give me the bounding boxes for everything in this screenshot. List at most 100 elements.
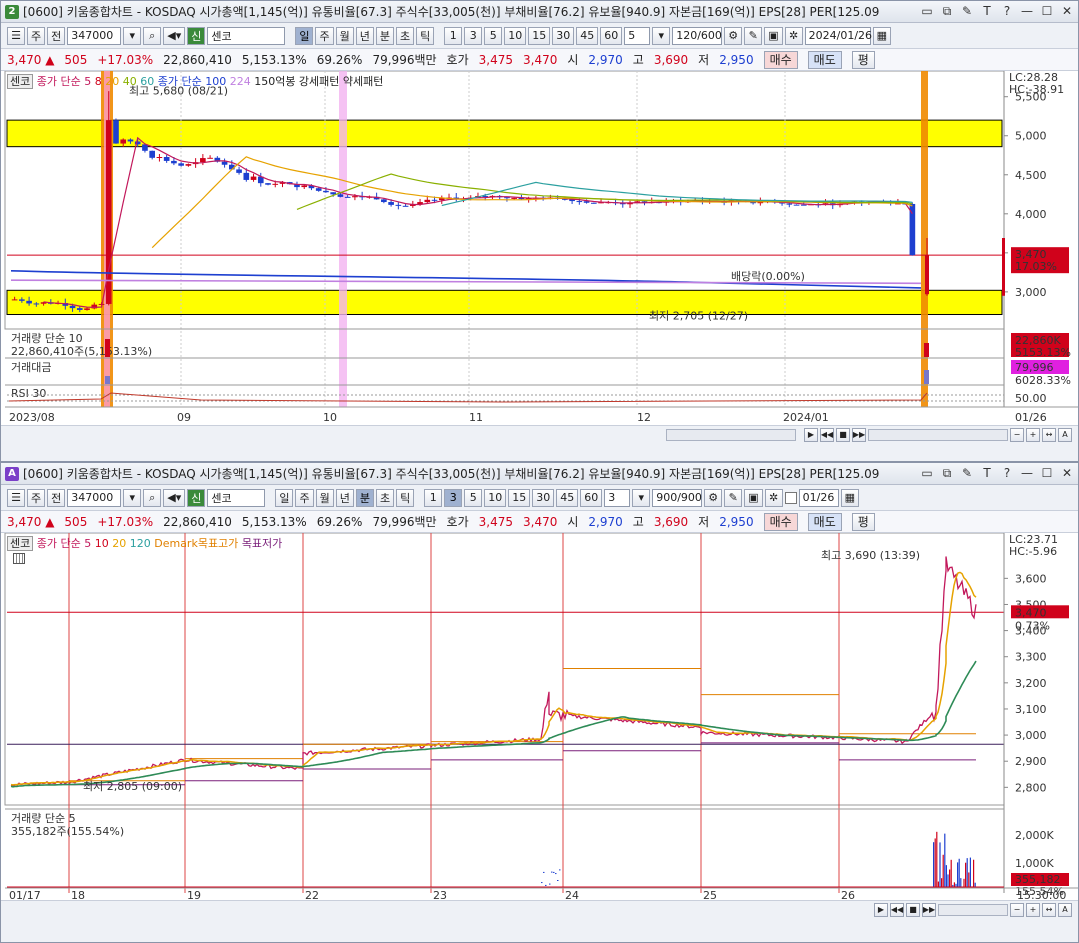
- font-size-icon[interactable]: A: [1058, 902, 1072, 917]
- minimize-group-icon[interactable]: ▭: [920, 4, 934, 19]
- sell-button[interactable]: 매도: [807, 512, 842, 531]
- interval-dropdown-icon[interactable]: ▾: [652, 26, 671, 45]
- save-icon[interactable]: ▣: [744, 488, 763, 507]
- zoom-scrollbar[interactable]: [868, 428, 1008, 441]
- interval-3[interactable]: 3: [464, 26, 483, 45]
- interval-15[interactable]: 15: [528, 26, 551, 45]
- font-size-icon[interactable]: A: [1058, 427, 1072, 442]
- mode-select[interactable]: 전: [47, 26, 66, 45]
- interval-input[interactable]: 3: [604, 488, 631, 507]
- interval-5[interactable]: 5: [464, 488, 483, 507]
- period-year[interactable]: 년: [335, 488, 354, 507]
- expand-icon[interactable]: ↔: [1042, 902, 1056, 917]
- font-icon[interactable]: T: [980, 466, 994, 481]
- interval-15[interactable]: 15: [508, 488, 531, 507]
- period-week[interactable]: 주: [315, 26, 334, 45]
- mode-select[interactable]: 전: [47, 488, 66, 507]
- maximize-icon[interactable]: ☐: [1040, 4, 1054, 19]
- calendar-icon[interactable]: ▦: [872, 26, 892, 45]
- daily-chart-area[interactable]: 최고 5,680 (08/21) 최저 2,705 (12/27) 배당락(0.00…: [1, 71, 1078, 425]
- period-tick[interactable]: 틱: [416, 26, 435, 45]
- pin-icon[interactable]: ✎: [960, 466, 974, 481]
- expand-icon[interactable]: ↔: [1042, 427, 1056, 442]
- menu-icon[interactable]: ☰: [7, 488, 25, 507]
- type-select[interactable]: 주: [27, 488, 46, 507]
- stock-name-field[interactable]: 센코: [207, 488, 266, 507]
- interval-5[interactable]: 5: [484, 26, 503, 45]
- period-tick[interactable]: 틱: [396, 488, 415, 507]
- interval-input[interactable]: 5: [624, 26, 651, 45]
- period-week[interactable]: 주: [295, 488, 314, 507]
- draw-icon[interactable]: ✎: [724, 488, 743, 507]
- period-minute[interactable]: 분: [375, 26, 394, 45]
- stock-code-input[interactable]: 347000: [67, 488, 122, 507]
- zoom-out-icon[interactable]: −: [1010, 902, 1024, 917]
- minimize-group-icon[interactable]: ▭: [920, 466, 934, 481]
- daily-chart-svg[interactable]: 최고 5,680 (08/21)최저 2,705 (12/27)배당락(0.00…: [1, 71, 1078, 425]
- period-second[interactable]: 초: [395, 26, 415, 45]
- period-month[interactable]: 월: [335, 26, 354, 45]
- settings-icon[interactable]: ✲: [764, 488, 783, 507]
- interval-30[interactable]: 30: [532, 488, 555, 507]
- interval-1[interactable]: 1: [444, 26, 463, 45]
- forward-icon[interactable]: ▶▶: [852, 427, 866, 442]
- avg-button[interactable]: 평: [851, 512, 875, 531]
- table-icon[interactable]: [13, 553, 25, 564]
- indicator-icon[interactable]: ⚙: [704, 488, 723, 507]
- period-month[interactable]: 월: [315, 488, 334, 507]
- minute-chart-svg[interactable]: 최저 2,805 (09:00)최고 3,690 (13:39)LC:23.71…: [1, 533, 1078, 900]
- count-input[interactable]: 120/600: [672, 26, 723, 45]
- buy-button[interactable]: 매수: [763, 512, 798, 531]
- search-icon[interactable]: ⌕: [143, 488, 162, 507]
- stop-icon[interactable]: ■: [836, 427, 850, 442]
- count-input[interactable]: 900/900: [652, 488, 703, 507]
- settings-icon[interactable]: ✲: [784, 26, 803, 45]
- date-input[interactable]: 01/26: [798, 488, 839, 507]
- top-scrollbar[interactable]: [666, 428, 796, 441]
- period-day[interactable]: 일: [275, 488, 294, 507]
- date-checkbox[interactable]: [784, 491, 797, 504]
- avg-button[interactable]: 평: [851, 50, 875, 69]
- interval-10[interactable]: 10: [484, 488, 507, 507]
- menu-icon[interactable]: ☰: [7, 26, 25, 45]
- help-icon[interactable]: ?: [1000, 466, 1014, 481]
- code-dropdown-icon[interactable]: ▾: [123, 488, 142, 507]
- sound-icon[interactable]: ◀▾: [163, 488, 186, 507]
- stock-name-field[interactable]: 센코: [207, 26, 286, 45]
- restore-group-icon[interactable]: ⧉: [940, 466, 954, 481]
- font-icon[interactable]: T: [980, 4, 994, 19]
- rewind-icon[interactable]: ◀◀: [820, 427, 834, 442]
- indicator-icon[interactable]: ⚙: [724, 26, 743, 45]
- minimize-icon[interactable]: —: [1020, 466, 1034, 481]
- play-icon[interactable]: ▶: [804, 427, 818, 442]
- zoom-in-icon[interactable]: +: [1026, 902, 1040, 917]
- save-icon[interactable]: ▣: [764, 26, 783, 45]
- buy-button[interactable]: 매수: [763, 50, 798, 69]
- calendar-icon[interactable]: ▦: [840, 488, 860, 507]
- draw-icon[interactable]: ✎: [744, 26, 763, 45]
- period-minute[interactable]: 분: [355, 488, 374, 507]
- stock-code-input[interactable]: 347000: [67, 26, 122, 45]
- close-icon[interactable]: ✕: [1060, 4, 1074, 19]
- maximize-icon[interactable]: ☐: [1040, 466, 1054, 481]
- restore-group-icon[interactable]: ⧉: [940, 4, 954, 19]
- interval-45[interactable]: 45: [576, 26, 599, 45]
- interval-60[interactable]: 60: [580, 488, 603, 507]
- code-dropdown-icon[interactable]: ▾: [123, 26, 142, 45]
- play-icon[interactable]: ▶: [874, 902, 888, 917]
- interval-1[interactable]: 1: [424, 488, 443, 507]
- stop-icon[interactable]: ■: [906, 902, 920, 917]
- period-day[interactable]: 일: [295, 26, 314, 45]
- interval-3[interactable]: 3: [444, 488, 463, 507]
- rewind-icon[interactable]: ◀◀: [890, 902, 904, 917]
- search-icon[interactable]: ⌕: [143, 26, 162, 45]
- zoom-out-icon[interactable]: −: [1010, 427, 1024, 442]
- zoom-scrollbar[interactable]: [938, 903, 1008, 916]
- help-icon[interactable]: ?: [1000, 4, 1014, 19]
- minimize-icon[interactable]: —: [1020, 4, 1034, 19]
- interval-60[interactable]: 60: [600, 26, 623, 45]
- interval-dropdown-icon[interactable]: ▾: [632, 488, 651, 507]
- sell-button[interactable]: 매도: [807, 50, 842, 69]
- period-second[interactable]: 초: [375, 488, 395, 507]
- sound-icon[interactable]: ◀▾: [163, 26, 186, 45]
